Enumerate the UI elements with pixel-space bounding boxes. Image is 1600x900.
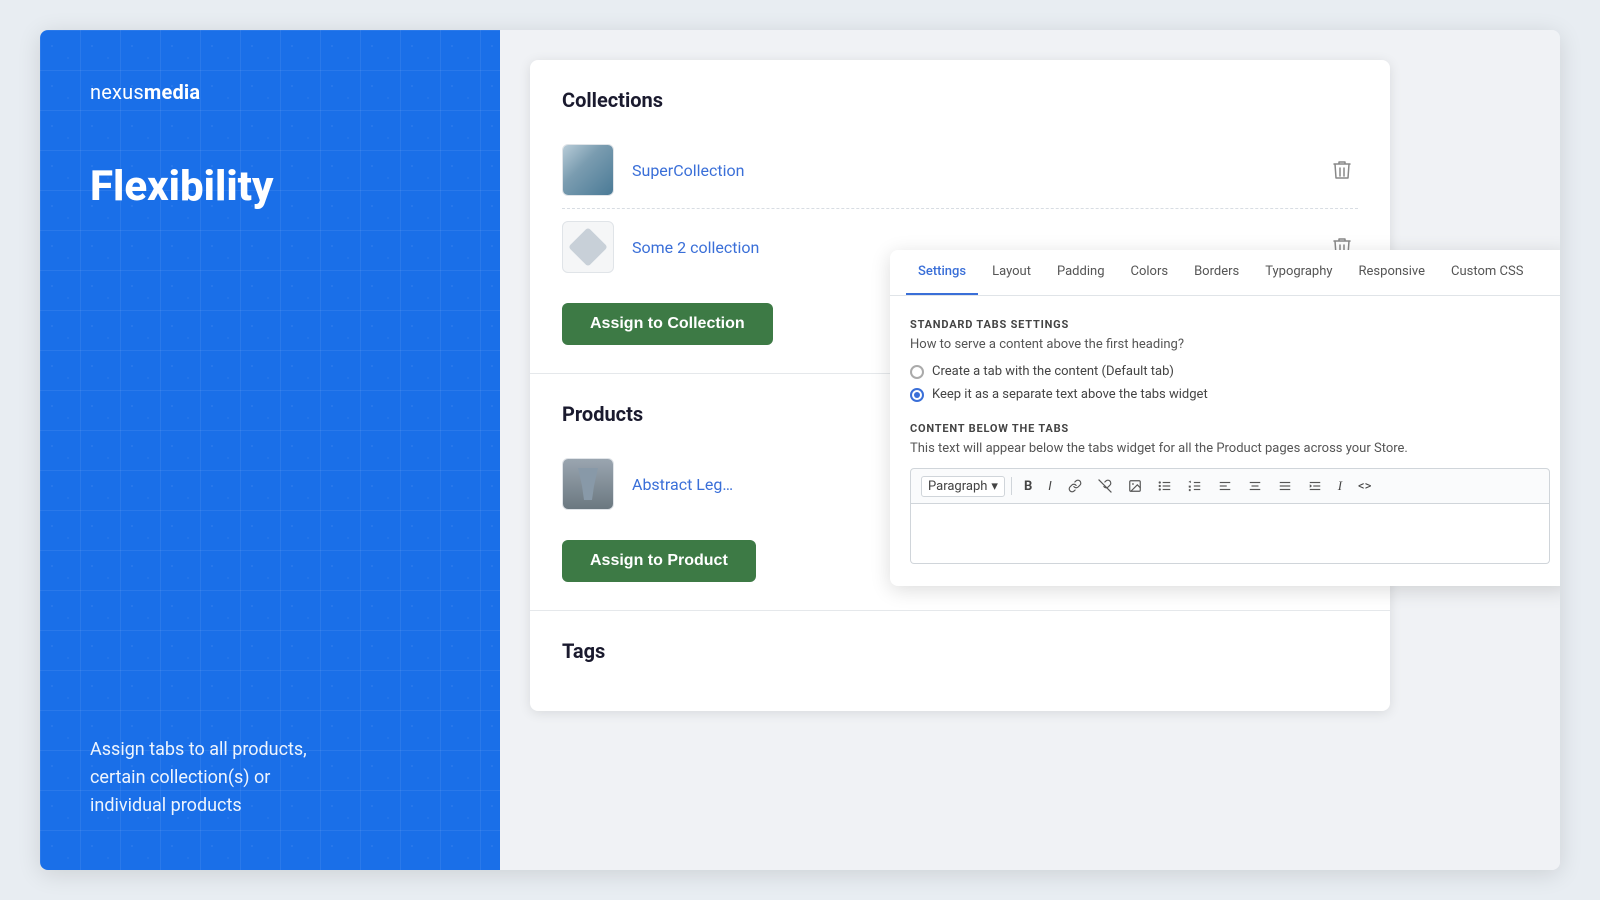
align-center-button[interactable] bbox=[1242, 476, 1268, 496]
content-below-tabs-subtitle: This text will appear below the tabs wid… bbox=[910, 441, 1550, 456]
tab-settings[interactable]: Settings bbox=[906, 250, 978, 295]
collection-item: SuperCollection bbox=[562, 132, 1358, 209]
paragraph-label: Paragraph bbox=[928, 479, 987, 494]
tab-borders[interactable]: Borders bbox=[1182, 250, 1251, 295]
unlink-button[interactable] bbox=[1092, 476, 1118, 496]
standard-tabs-settings-title: STANDARD TABS SETTINGS bbox=[910, 318, 1550, 331]
tags-section: Tags bbox=[530, 611, 1390, 711]
radio-item-1[interactable]: Create a tab with the content (Default t… bbox=[910, 364, 1550, 379]
tab-colors[interactable]: Colors bbox=[1119, 250, 1181, 295]
standard-tabs-settings-subtitle: How to serve a content above the first h… bbox=[910, 337, 1550, 352]
tags-title: Tags bbox=[562, 639, 1358, 663]
radio-group: Create a tab with the content (Default t… bbox=[910, 364, 1550, 402]
radio-circle-2[interactable] bbox=[910, 388, 924, 402]
chevron-down-icon: ▾ bbox=[991, 479, 998, 494]
collection-thumb-1 bbox=[562, 144, 614, 196]
code-button[interactable]: <> bbox=[1352, 476, 1377, 497]
settings-tabs-bar: Settings Layout Padding Colors Borders T… bbox=[890, 250, 1560, 296]
tagline: Flexibility bbox=[90, 164, 450, 210]
pants-thumb-image bbox=[563, 459, 613, 509]
assign-to-product-button[interactable]: Assign to Product bbox=[562, 540, 756, 582]
diamond-thumb-image bbox=[568, 227, 608, 267]
settings-body: STANDARD TABS SETTINGS How to serve a co… bbox=[890, 296, 1560, 586]
collection-name-1[interactable]: SuperCollection bbox=[632, 161, 1326, 180]
brand-suffix: media bbox=[144, 80, 200, 104]
brand-logo: nexusmedia bbox=[90, 80, 450, 104]
italic-button[interactable]: I bbox=[1042, 476, 1057, 497]
toolbar-separator bbox=[1011, 477, 1012, 495]
tab-custom-css[interactable]: Custom CSS bbox=[1439, 250, 1535, 295]
justify-button[interactable] bbox=[1272, 476, 1298, 496]
radio-label-1: Create a tab with the content (Default t… bbox=[932, 364, 1174, 379]
tab-layout[interactable]: Layout bbox=[980, 250, 1043, 295]
radio-label-2: Keep it as a separate text above the tab… bbox=[932, 387, 1208, 402]
collection-thumb-2 bbox=[562, 221, 614, 273]
right-panel: Collections SuperCollection bbox=[500, 30, 1560, 870]
collections-title: Collections bbox=[562, 88, 1358, 112]
assign-to-collection-button[interactable]: Assign to Collection bbox=[562, 303, 773, 345]
paragraph-select[interactable]: Paragraph ▾ bbox=[921, 476, 1005, 497]
content-below-tabs-title: CONTENT BELOW THE TABS bbox=[910, 422, 1550, 435]
bold-button[interactable]: B bbox=[1018, 476, 1038, 497]
radio-item-2[interactable]: Keep it as a separate text above the tab… bbox=[910, 387, 1550, 402]
tab-responsive[interactable]: Responsive bbox=[1347, 250, 1438, 295]
editor-body[interactable] bbox=[910, 504, 1550, 564]
tab-padding[interactable]: Padding bbox=[1045, 250, 1117, 295]
settings-panel: Settings Layout Padding Colors Borders T… bbox=[890, 250, 1560, 586]
landscape-thumb-image bbox=[563, 145, 613, 195]
align-left-button[interactable] bbox=[1212, 476, 1238, 496]
bullet-list-button[interactable] bbox=[1152, 476, 1178, 496]
description: Assign tabs to all products,certain coll… bbox=[90, 736, 450, 820]
image-button[interactable] bbox=[1122, 476, 1148, 496]
editor-toolbar: Paragraph ▾ B I bbox=[910, 468, 1550, 504]
link-button[interactable] bbox=[1062, 476, 1088, 496]
product-thumb-1 bbox=[562, 458, 614, 510]
numbered-list-button[interactable] bbox=[1182, 476, 1208, 496]
radio-circle-1[interactable] bbox=[910, 365, 924, 379]
delete-collection-1-button[interactable] bbox=[1326, 154, 1358, 186]
left-panel: nexusmedia Flexibility Assign tabs to al… bbox=[40, 30, 500, 870]
indent-button[interactable] bbox=[1302, 476, 1328, 496]
tab-typography[interactable]: Typography bbox=[1253, 250, 1344, 295]
italic-format-button[interactable]: I bbox=[1332, 475, 1348, 497]
